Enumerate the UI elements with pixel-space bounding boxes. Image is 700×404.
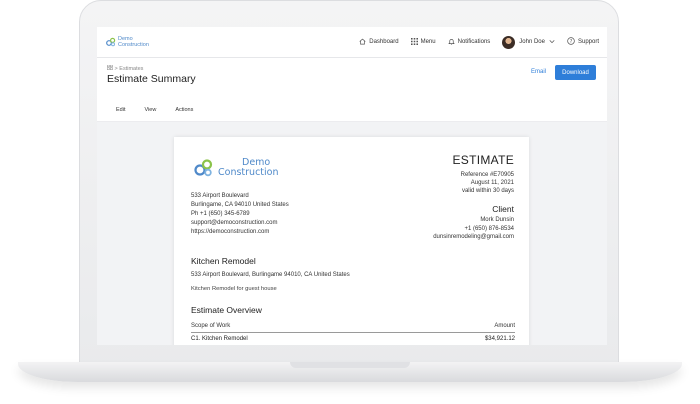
client-name: Mork Dunsin [480,217,514,223]
project-description: Kitchen Remodel for guest house [191,286,277,292]
user-name: John Doe [519,39,545,45]
email-button[interactable]: Email [531,69,546,75]
page-title: Estimate Summary [107,73,196,85]
estimate-validity: valid within 30 days [461,188,514,194]
client-email: dunsinremodeling@gmail.com [433,234,514,240]
nav-dashboard[interactable]: Dashboard [359,38,399,47]
estimate-title: ESTIMATE [452,153,514,167]
estimate-reference: Reference #E70905 [460,172,514,178]
tab-actions[interactable]: Actions [175,107,193,113]
table-row[interactable]: C1. Kitchen Remodel $34,921.12 [191,336,515,345]
estimate-document: Demo Construction 533 Airport Boulevard … [174,137,529,345]
client-phone: +1 (650) 876-8534 [464,225,514,232]
tab-view[interactable]: View [144,107,156,113]
estimate-date: August 11, 2021 [470,180,514,186]
document-logo: Demo Construction [194,158,279,178]
project-address: 533 Airport Boulevard, Burlingame 94010,… [191,272,350,278]
brand-logo[interactable]: Demo Construction [106,36,149,48]
download-button[interactable]: Download [555,65,596,80]
company-city: Burlingame, CA 94010 United States [191,202,289,208]
bell-icon [447,38,455,47]
document-logo-text: Demo Construction [218,158,279,178]
client-info: Mork Dunsin +1 (650) 876-8534 dunsinremo… [433,216,514,242]
breadcrumb: > Estimates [106,64,143,72]
company-website: https://democonstruction.com [191,229,270,235]
user-menu[interactable]: John Doe [502,35,555,49]
page-header: > Estimates Estimate Summary Email Downl… [97,58,607,122]
project-title: Kitchen Remodel [191,256,256,266]
nav-dashboard-label: Dashboard [369,39,399,45]
top-nav: Demo Construction Dashboard Menu Notific… [97,27,607,58]
column-amount-header: Amount [494,323,515,329]
brand-line-2: Construction [118,42,149,48]
company-phone: Ph +1 (650) 345-6789 [191,211,250,217]
row-scope: C1. Kitchen Remodel [191,336,248,342]
nav-notifications-label: Notifications [457,39,491,45]
avatar [502,35,516,49]
company-street: 533 Airport Boulevard [191,193,249,199]
brand-text: Demo Construction [118,36,149,48]
company-email: support@democonstruction.com [191,220,278,226]
help-circle-icon: ? [567,37,575,47]
breadcrumb-estimates[interactable]: Estimates [119,66,143,72]
grid-icon [410,37,418,47]
row-amount: $34,921.12 [484,336,515,342]
laptop-notch [290,362,410,368]
nav-menu[interactable]: Menu [410,37,436,47]
nav-support[interactable]: ? Support [567,37,599,47]
tab-edit[interactable]: Edit [116,107,125,113]
nav-menu-label: Menu [420,39,436,45]
table-header: Scope of Work Amount [191,323,515,333]
logo-line-2: Construction [218,167,279,178]
nav-right: Dashboard Menu Notifications John Doe ? … [347,35,599,49]
chevron-down-icon [549,39,555,46]
client-title: Client [492,204,514,214]
gear-logo-icon [194,159,213,177]
app-screen: Demo Construction Dashboard Menu Notific… [97,27,607,345]
action-tabs: Edit View Actions [97,98,607,122]
gear-logo-icon [106,37,116,47]
breadcrumb-separator: > [114,66,118,72]
company-address: 533 Airport Boulevard Burlingame, CA 940… [191,192,289,237]
nav-notifications[interactable]: Notifications [447,38,491,47]
nav-support-label: Support [577,39,599,45]
overview-title: Estimate Overview [191,305,262,315]
estimate-meta: Reference #E70905 August 11, 2021 valid … [461,171,514,195]
column-scope-header: Scope of Work [191,323,231,329]
home-grid-icon[interactable] [106,64,115,72]
home-icon [359,38,366,47]
